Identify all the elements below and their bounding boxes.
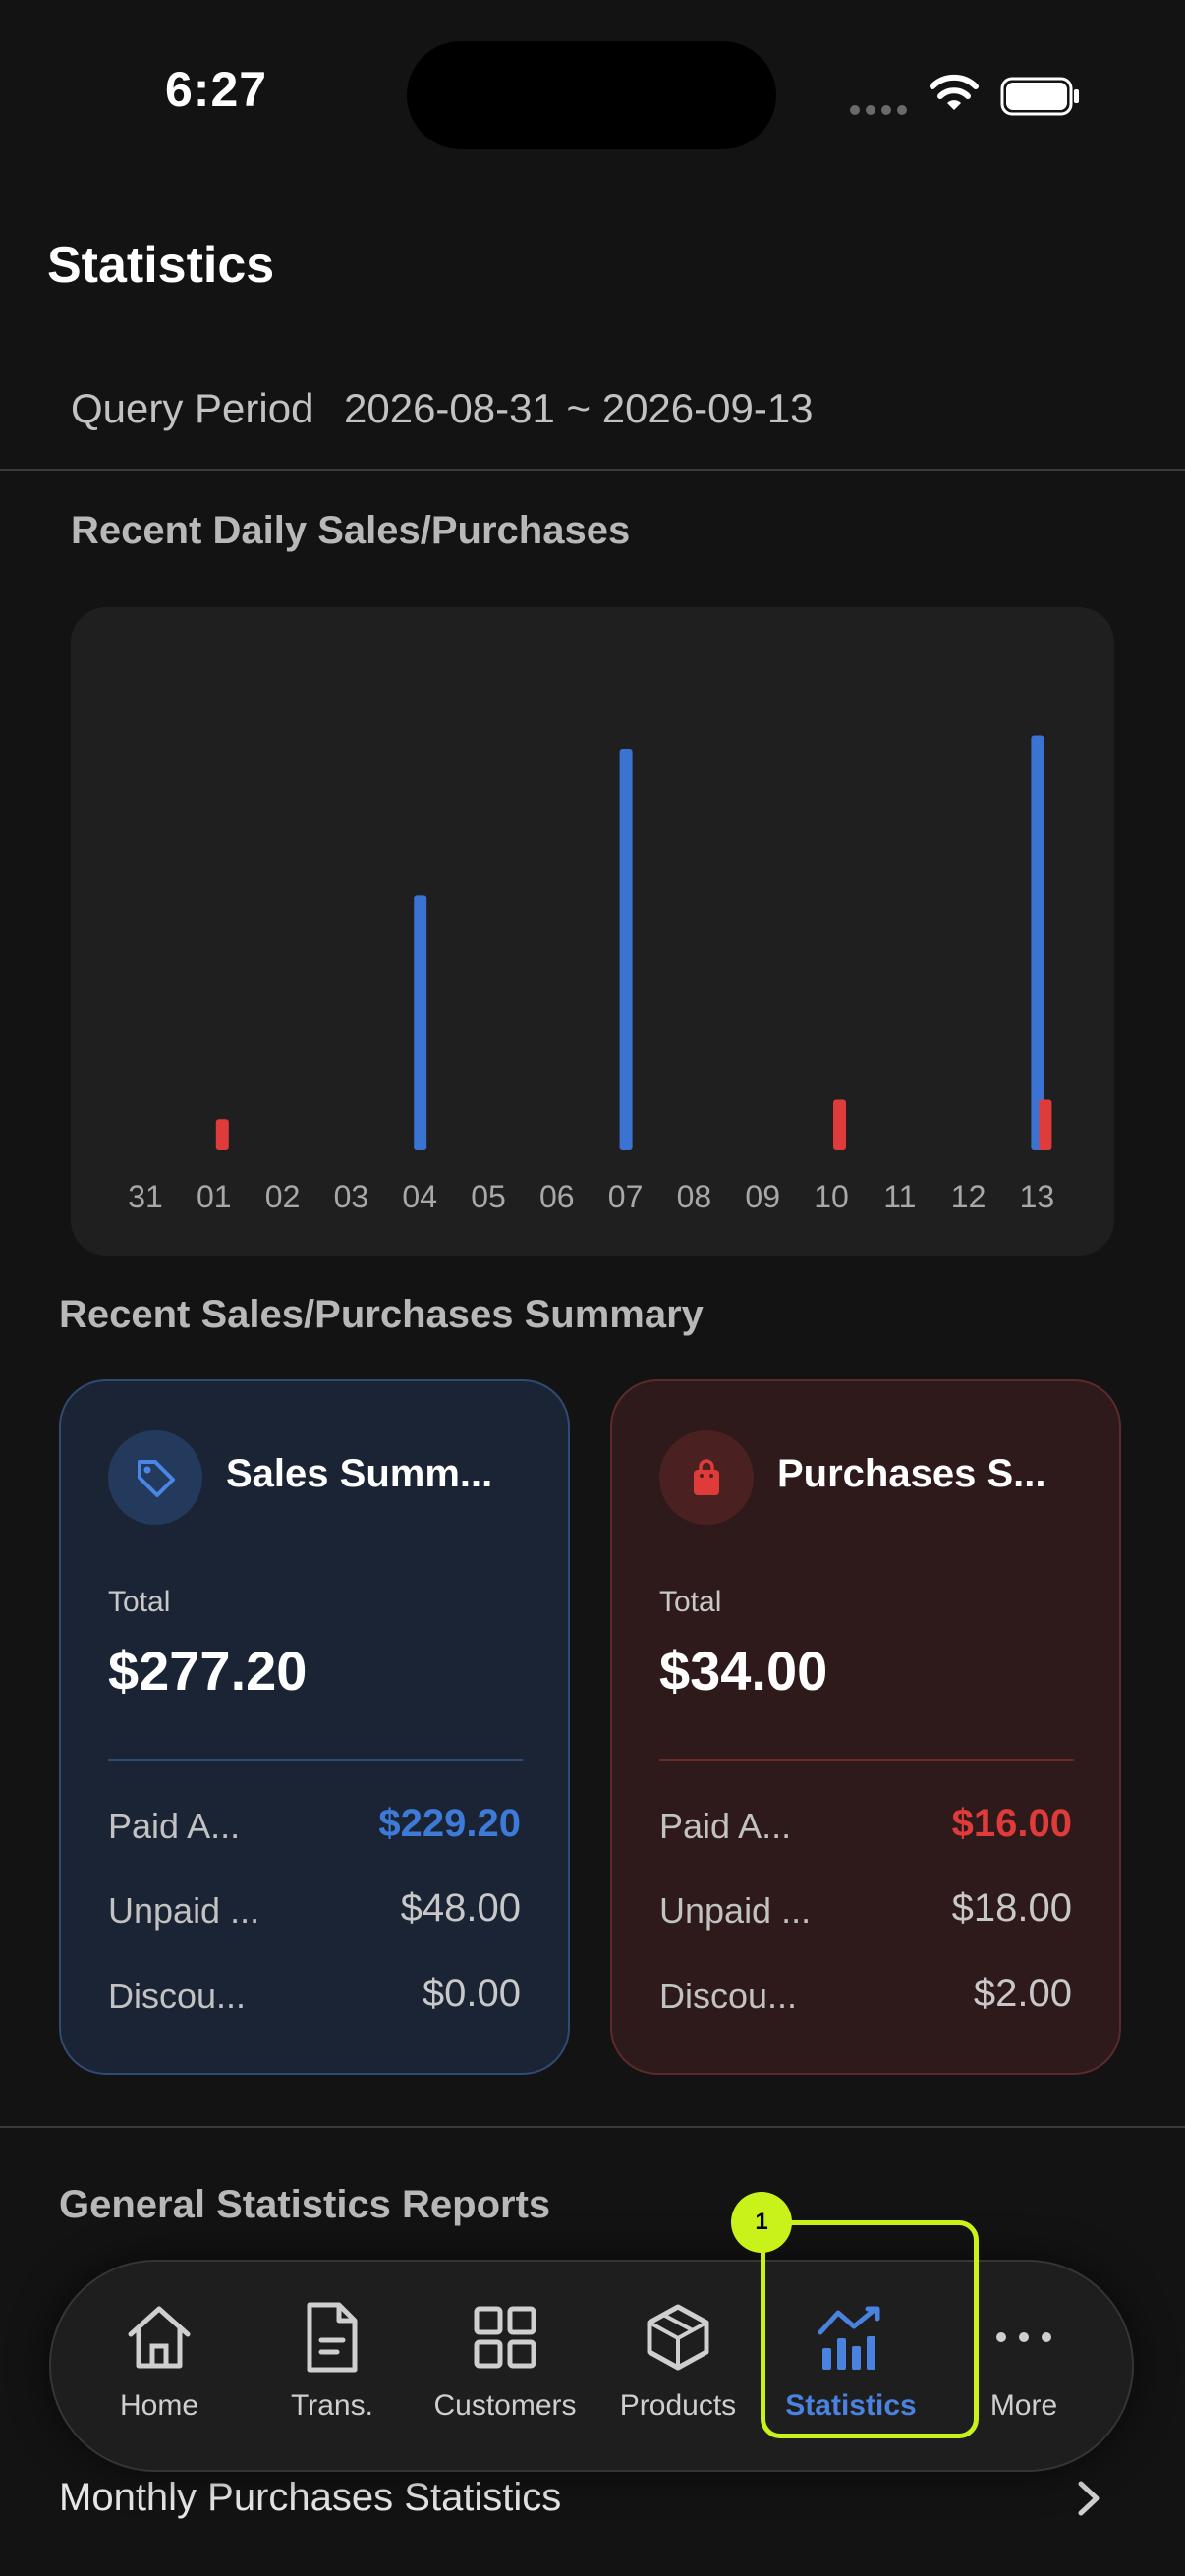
chevron-right-icon <box>1078 2481 1100 2516</box>
x-tick-label: 06 <box>539 1179 575 1214</box>
tab-customers-label: Customers <box>433 2389 577 2422</box>
x-tick-label: 11 <box>883 1179 916 1214</box>
dynamic-island <box>407 41 776 149</box>
purchases-card-title: Purchases S... <box>777 1452 1046 1495</box>
purchases-discount-value: $2.00 <box>973 1972 1072 2015</box>
cellular-signal-icon <box>850 105 907 115</box>
x-tick-label: 09 <box>745 1179 780 1214</box>
tab-home[interactable]: Home <box>81 2289 238 2446</box>
purchases-bar <box>215 1119 229 1150</box>
sales-total-value: $277.20 <box>108 1640 308 1702</box>
x-tick-label: 13 <box>1020 1179 1055 1214</box>
purchases-paid-value: $16.00 <box>951 1802 1072 1845</box>
tab-transactions[interactable]: Trans. <box>254 2289 411 2446</box>
purchases-summary-card[interactable]: Purchases S... Total $34.00 Paid A... $1… <box>610 1379 1121 2075</box>
purchases-card-divider <box>659 1759 1074 1761</box>
daily-chart-card: 31 01 02 03 04 05 06 07 08 09 10 11 12 13 <box>71 607 1114 1256</box>
more-icon <box>996 2332 1051 2342</box>
section-divider <box>0 2126 1185 2128</box>
highlight-box <box>761 2220 979 2438</box>
query-period-value[interactable]: 2026-08-31 ~ 2026-09-13 <box>344 385 814 432</box>
sales-bar <box>1031 735 1044 1150</box>
section-divider <box>0 469 1185 471</box>
sales-card-title: Sales Summ... <box>226 1452 493 1495</box>
x-tick-label: 05 <box>471 1179 506 1214</box>
x-tick-label: 12 <box>951 1179 987 1214</box>
x-tick-label: 08 <box>677 1179 712 1214</box>
purchases-bar <box>833 1099 846 1150</box>
daily-chart-title: Recent Daily Sales/Purchases <box>71 509 631 552</box>
x-tick-label: 04 <box>402 1179 437 1214</box>
home-icon <box>128 2306 191 2369</box>
wifi-icon <box>930 74 979 110</box>
sales-summary-card[interactable]: Sales Summ... Total $277.20 Paid A... $2… <box>59 1379 570 2075</box>
document-icon <box>307 2302 358 2373</box>
x-tick-label: 01 <box>197 1179 232 1214</box>
summary-title: Recent Sales/Purchases Summary <box>59 1293 704 1336</box>
tab-products-label: Products <box>619 2389 737 2422</box>
grid-icon <box>474 2306 536 2369</box>
tab-products[interactable]: Products <box>599 2289 757 2446</box>
sales-unpaid-label: Unpaid ... <box>108 1890 260 1931</box>
sales-unpaid-value: $48.00 <box>400 1886 521 1930</box>
x-tick-label: 10 <box>814 1179 849 1214</box>
status-time: 6:27 <box>165 62 268 117</box>
purchases-bar <box>1039 1099 1052 1150</box>
tab-transactions-label: Trans. <box>291 2389 373 2422</box>
sales-discount-label: Discou... <box>108 1976 247 2016</box>
sales-paid-value: $229.20 <box>378 1802 521 1845</box>
reports-title: General Statistics Reports <box>59 2183 551 2226</box>
purchases-paid-label: Paid A... <box>659 1806 792 1846</box>
tag-icon <box>108 1430 202 1525</box>
purchases-total-label: Total <box>659 1586 722 1618</box>
query-period-label: Query Period <box>71 385 314 431</box>
shopping-bag-icon <box>659 1430 754 1525</box>
sales-total-label: Total <box>108 1586 171 1618</box>
purchases-discount-label: Discou... <box>659 1976 798 2016</box>
box-icon <box>647 2304 709 2371</box>
battery-icon <box>1000 77 1079 116</box>
purchases-unpaid-value: $18.00 <box>951 1886 1072 1930</box>
x-tick-label: 31 <box>128 1179 163 1214</box>
x-tick-label: 07 <box>608 1179 644 1214</box>
x-tick-label: 02 <box>265 1179 301 1214</box>
annotation-marker: 1 <box>731 2192 792 2253</box>
sales-paid-label: Paid A... <box>108 1806 241 1846</box>
daily-bar-chart: 31 01 02 03 04 05 06 07 08 09 10 11 12 13 <box>128 735 1055 1214</box>
tab-more-label: More <box>989 2389 1058 2422</box>
monthly-purchases-report-row[interactable]: Monthly Purchases Statistics <box>59 2476 561 2520</box>
purchases-total-value: $34.00 <box>659 1640 828 1702</box>
page-title: Statistics <box>47 237 275 294</box>
sales-bar <box>414 895 427 1150</box>
purchases-unpaid-label: Unpaid ... <box>659 1890 812 1931</box>
x-tick-label: 03 <box>334 1179 369 1214</box>
sales-card-divider <box>108 1759 523 1761</box>
sales-bar <box>619 748 633 1150</box>
tab-home-label: Home <box>119 2389 199 2422</box>
sales-discount-value: $0.00 <box>422 1972 521 2015</box>
tab-customers[interactable]: Customers <box>426 2289 584 2446</box>
